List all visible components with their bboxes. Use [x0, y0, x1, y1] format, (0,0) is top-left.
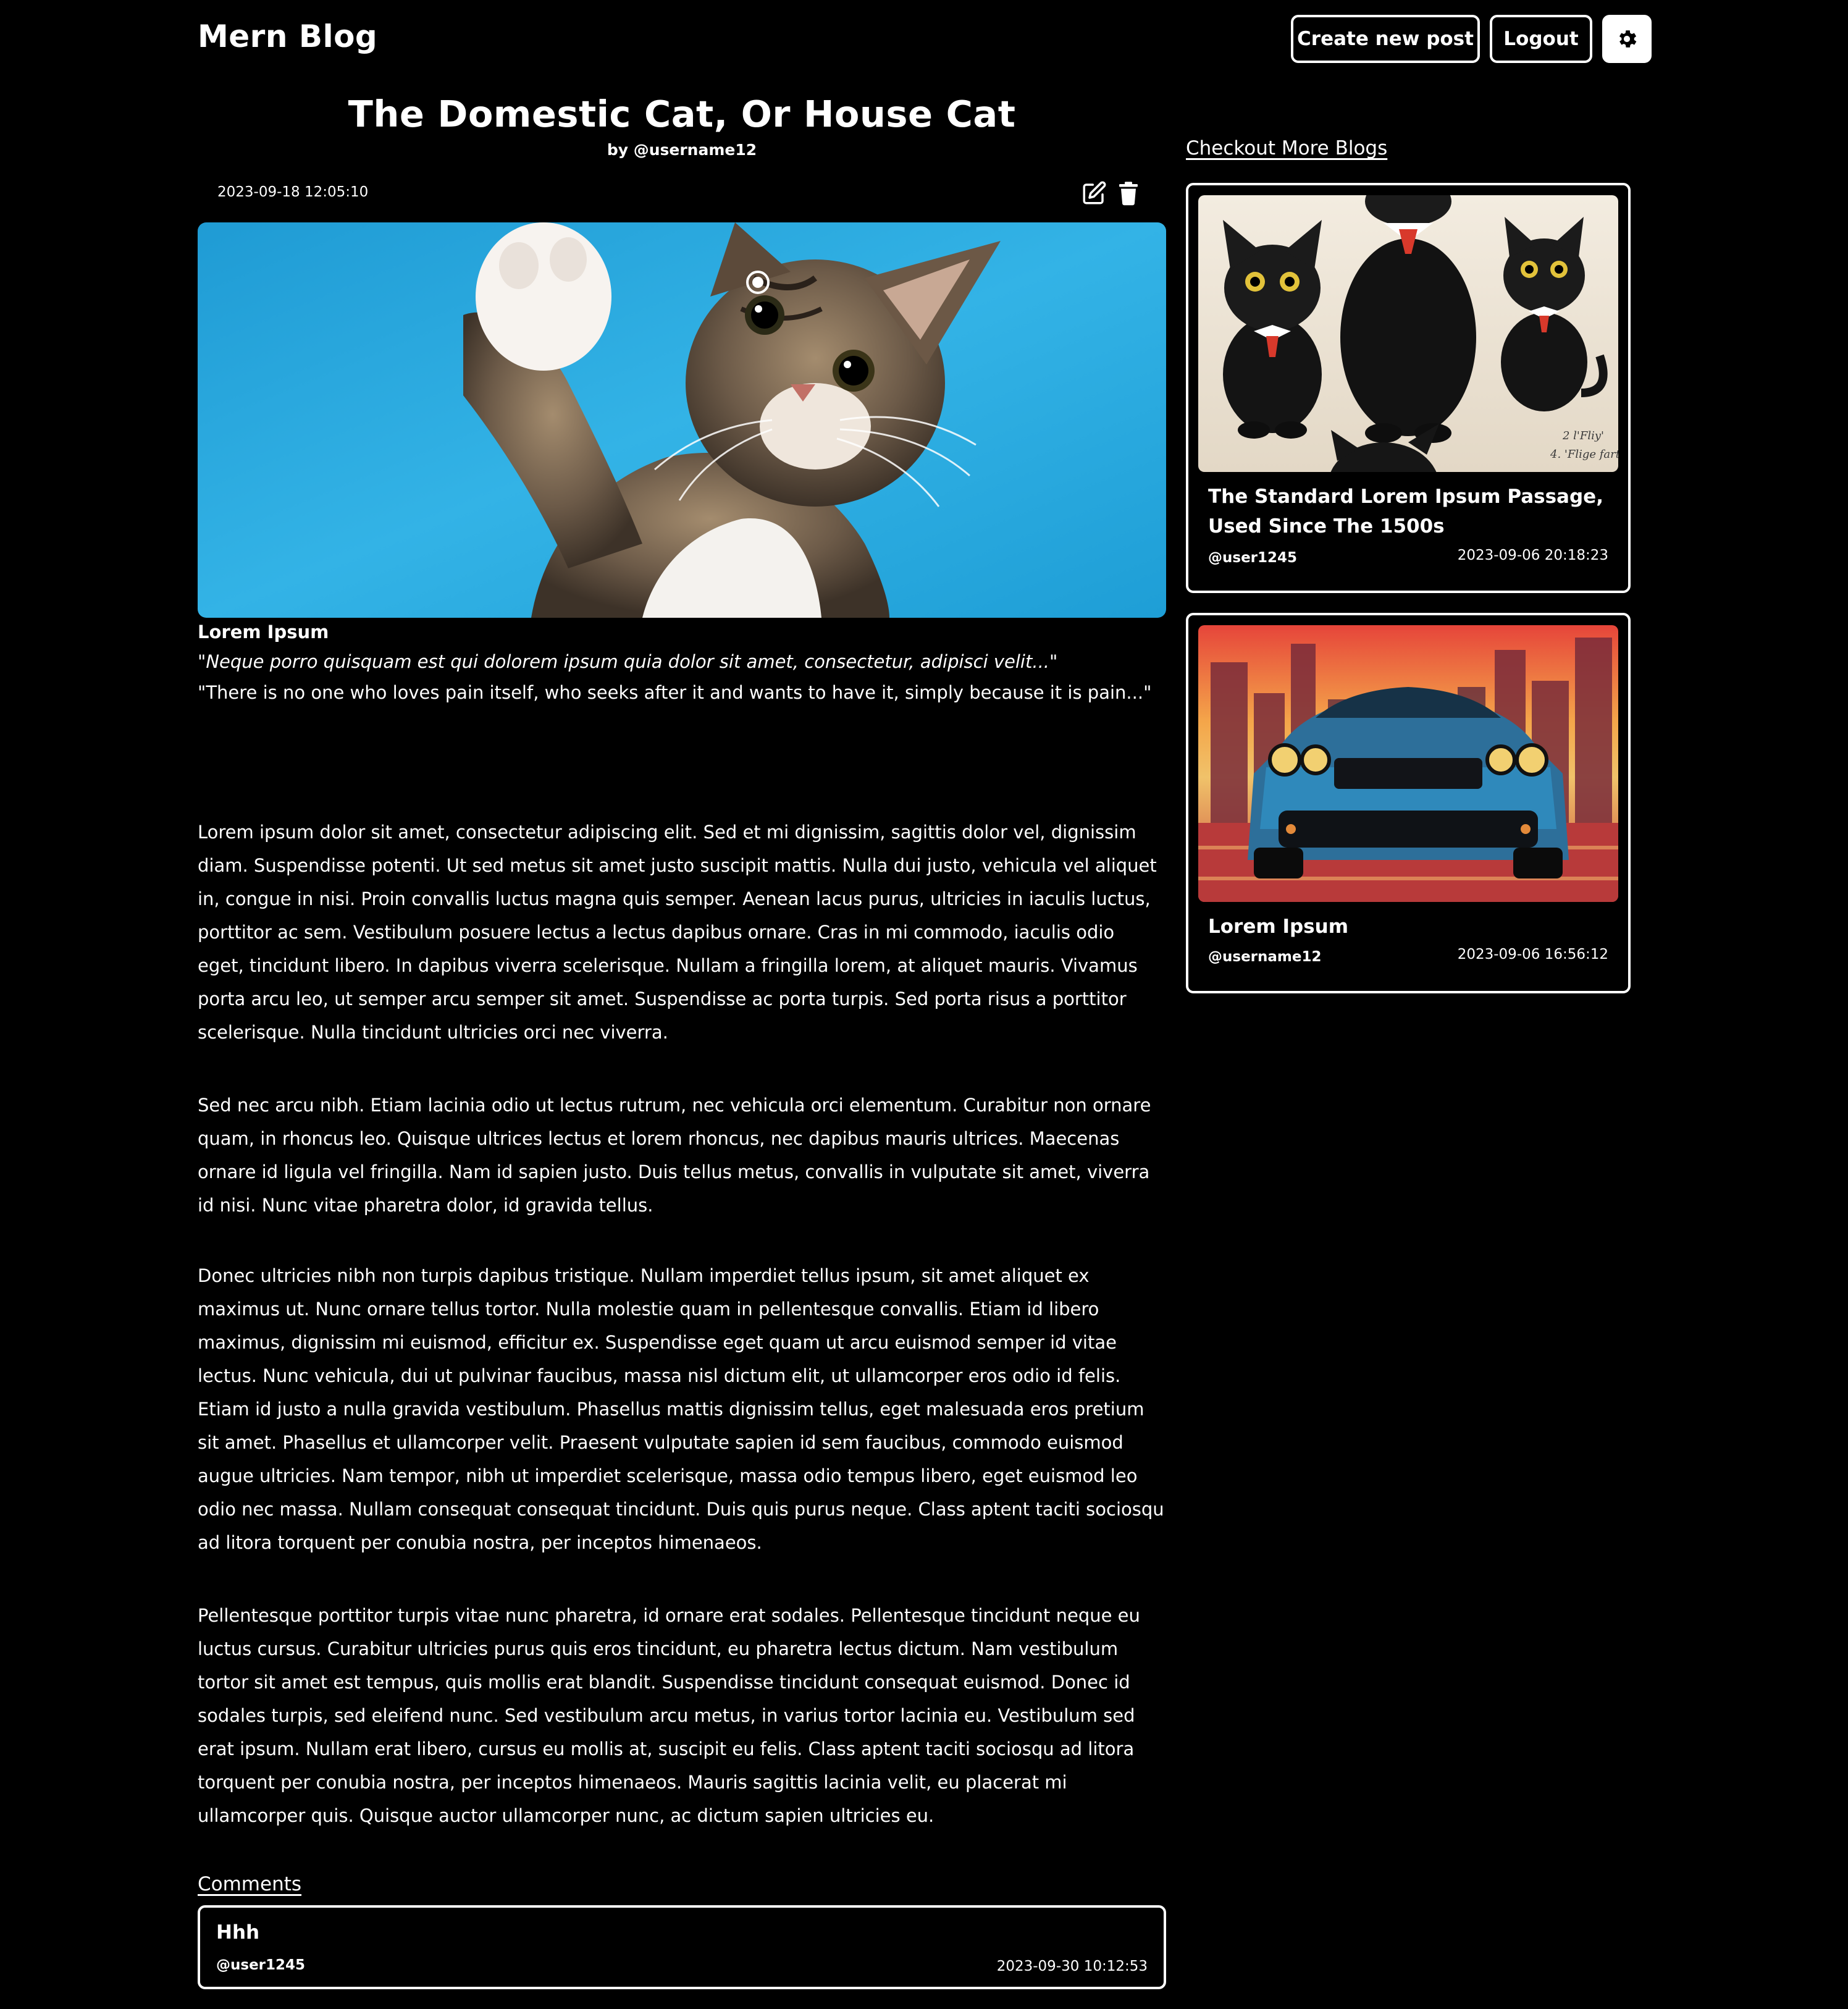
blog-card-title: The Standard Lorem Ipsum Passage, Used S… [1208, 486, 1603, 537]
gear-icon [1619, 30, 1637, 48]
quote-english: "There is no one who loves pain itself, … [198, 682, 1152, 703]
cat-photo-illustration [198, 222, 1166, 618]
blog-card-user: @username12 [1208, 949, 1322, 965]
blog-card-image [1198, 625, 1618, 902]
more-blogs-heading[interactable]: Checkout More Blogs [1186, 137, 1387, 159]
artwork-signature: 4. 'Flige farto [1550, 448, 1618, 461]
blog-card-image: 2 l'Fliy' 4. 'Flige farto [1198, 195, 1618, 472]
edit-post-button[interactable] [1080, 179, 1108, 208]
post-paragraph: Sed nec arcu nibh. Etiam lacinia odio ut… [198, 1095, 1151, 1216]
blog-card[interactable]: 2 l'Fliy' 4. 'Flige farto The Standard L… [1186, 183, 1631, 593]
logout-button[interactable]: Logout [1490, 15, 1592, 63]
blog-card[interactable]: Lorem Ipsum @username12 2023-09-06 16:56… [1186, 613, 1631, 993]
post-author: by @username12 [607, 141, 757, 159]
create-post-button[interactable]: Create new post [1291, 15, 1480, 63]
comment-user[interactable]: @user1245 [216, 1957, 305, 1973]
blog-card-title: Lorem Ipsum [1208, 916, 1349, 938]
post-hero-image [198, 222, 1166, 618]
post-paragraph: Lorem ipsum dolor sit amet, consectetur … [198, 822, 1157, 1043]
blog-card-date: 2023-09-06 16:56:12 [1457, 946, 1608, 962]
black-cats-illustration: 2 l'Fliy' 4. 'Flige farto [1198, 195, 1618, 472]
post-paragraph: Donec ultricies nibh non turpis dapibus … [198, 1265, 1164, 1553]
theme-toggle-button[interactable] [1602, 15, 1652, 63]
artwork-signature: 2 l'Fliy' [1562, 429, 1604, 442]
edit-icon [1083, 181, 1106, 204]
blog-card-date: 2023-09-06 20:18:23 [1457, 547, 1608, 563]
comment-text: Hhh [216, 1921, 260, 1944]
brand-logo[interactable]: Mern Blog [198, 19, 377, 54]
comment-card: Hhh @user1245 2023-09-30 10:12:53 [198, 1905, 1166, 1989]
quote-latin: "Neque porro quisquam est qui dolorem ip… [198, 651, 1058, 672]
trash-icon [1119, 182, 1138, 206]
comments-heading: Comments [198, 1873, 302, 1895]
post-paragraph: Pellentesque porttitor turpis vitae nunc… [198, 1605, 1140, 1826]
post-title: The Domestic Cat, Or House Cat [348, 93, 1016, 135]
blue-muscle-car-illustration [1198, 625, 1618, 902]
comment-date: 2023-09-30 10:12:53 [996, 1958, 1148, 1974]
delete-post-button[interactable] [1114, 179, 1143, 208]
post-date: 2023-09-18 12:05:10 [217, 184, 369, 200]
quote-title: Lorem Ipsum [198, 621, 329, 642]
blog-card-user: @user1245 [1208, 550, 1298, 566]
